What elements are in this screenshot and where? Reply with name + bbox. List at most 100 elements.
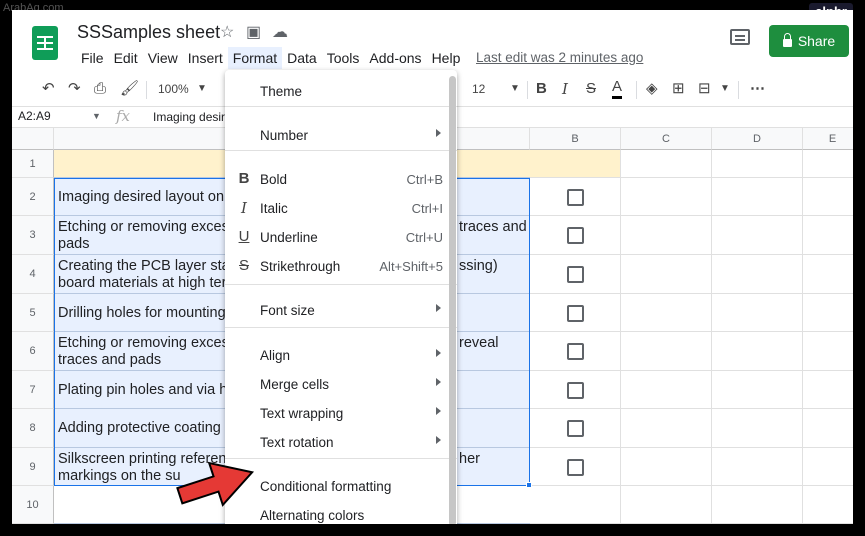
menu-file[interactable]: File	[76, 47, 109, 69]
checkbox[interactable]	[567, 188, 584, 206]
zoom-dropdown-icon[interactable]: ▼	[197, 78, 207, 100]
undo-icon[interactable]: ↶	[42, 78, 55, 100]
cell-e6[interactable]	[803, 332, 853, 371]
cell-b5[interactable]	[530, 294, 621, 332]
cell-d10[interactable]	[712, 486, 803, 524]
menu-item-merge-cells[interactable]: Merge cells	[225, 372, 457, 398]
menu-item-strikethrough[interactable]: S Strikethrough Alt+Shift+5	[225, 254, 457, 280]
row-header-4[interactable]: 4	[12, 255, 54, 294]
menu-addons[interactable]: Add-ons	[364, 47, 426, 69]
cell-c5[interactable]	[621, 294, 712, 332]
cell-d3[interactable]	[712, 216, 803, 255]
menu-item-text-rotation[interactable]: Text rotation	[225, 430, 457, 456]
menu-item-underline[interactable]: U Underline Ctrl+U	[225, 225, 457, 251]
cell-e7[interactable]	[803, 371, 853, 409]
cell-b1[interactable]	[530, 150, 621, 178]
cell-d5[interactable]	[712, 294, 803, 332]
fill-color-icon[interactable]: ◈	[646, 78, 658, 100]
last-edit-link[interactable]: Last edit was 2 minutes ago	[476, 47, 643, 69]
cell-e3[interactable]	[803, 216, 853, 255]
row-header-5[interactable]: 5	[12, 294, 54, 332]
menu-help[interactable]: Help	[427, 47, 466, 69]
cell-e1[interactable]	[803, 150, 853, 178]
checkbox[interactable]	[567, 304, 584, 322]
zoom-select[interactable]: 100%	[158, 78, 189, 100]
cell-d6[interactable]	[712, 332, 803, 371]
row-header-6[interactable]: 6	[12, 332, 54, 371]
cell-b2[interactable]	[530, 178, 621, 216]
cell-c8[interactable]	[621, 409, 712, 448]
cell-c2[interactable]	[621, 178, 712, 216]
cell-e2[interactable]	[803, 178, 853, 216]
menu-insert[interactable]: Insert	[183, 47, 228, 69]
fill-handle[interactable]	[526, 482, 532, 488]
cell-e8[interactable]	[803, 409, 853, 448]
column-header-d[interactable]: D	[712, 128, 803, 150]
cell-b10[interactable]	[530, 486, 621, 524]
cell-e4[interactable]	[803, 255, 853, 294]
document-title[interactable]: SSSamples sheet	[77, 22, 220, 43]
row-header-2[interactable]: 2	[12, 178, 54, 216]
name-box[interactable]: A2:A9	[18, 109, 51, 123]
cell-b6[interactable]	[530, 332, 621, 371]
share-button[interactable]: Share	[769, 25, 849, 57]
menu-item-bold[interactable]: B Bold Ctrl+B	[225, 167, 457, 193]
bold-icon[interactable]: B	[536, 78, 547, 100]
more-icon[interactable]: ⋯	[750, 78, 765, 100]
menu-format[interactable]: Format	[227, 47, 283, 69]
cell-c4[interactable]	[621, 255, 712, 294]
cell-d9[interactable]	[712, 448, 803, 486]
text-color-icon[interactable]: A	[612, 78, 623, 99]
cell-e5[interactable]	[803, 294, 853, 332]
cell-c1[interactable]	[621, 150, 712, 178]
paint-format-icon[interactable]: 🖌	[120, 78, 139, 100]
cell-b8[interactable]	[530, 409, 621, 448]
cell-e9[interactable]	[803, 448, 853, 486]
comment-history-icon[interactable]	[730, 29, 750, 45]
row-header-8[interactable]: 8	[12, 409, 54, 448]
cell-d4[interactable]	[712, 255, 803, 294]
cell-b9[interactable]	[530, 448, 621, 486]
sheets-logo-icon[interactable]	[32, 26, 58, 60]
menu-item-font-size[interactable]: Font size	[225, 298, 457, 324]
menu-view[interactable]: View	[143, 47, 183, 69]
cell-d8[interactable]	[712, 409, 803, 448]
checkbox[interactable]	[567, 458, 584, 476]
menu-item-conditional-formatting[interactable]: Conditional formatting	[225, 474, 457, 500]
move-folder-icon[interactable]: ▣	[246, 22, 261, 42]
redo-icon[interactable]: ↷	[68, 78, 81, 100]
cell-c10[interactable]	[621, 486, 712, 524]
cell-b3[interactable]	[530, 216, 621, 255]
cell-b4[interactable]	[530, 255, 621, 294]
cell-d7[interactable]	[712, 371, 803, 409]
checkbox[interactable]	[567, 227, 584, 244]
row-header-10[interactable]: 10	[12, 486, 54, 524]
cell-c3[interactable]	[621, 216, 712, 255]
star-icon[interactable]: ☆	[220, 22, 234, 42]
cell-c9[interactable]	[621, 448, 712, 486]
select-all-corner[interactable]	[12, 128, 54, 150]
menu-edit[interactable]: Edit	[109, 47, 143, 69]
borders-icon[interactable]: ⊞	[672, 78, 685, 100]
menu-item-text-wrapping[interactable]: Text wrapping	[225, 401, 457, 427]
menu-item-italic[interactable]: I Italic Ctrl+I	[225, 196, 457, 222]
menu-item-align[interactable]: Align	[225, 343, 457, 369]
row-header-7[interactable]: 7	[12, 371, 54, 409]
column-header-b[interactable]: B	[530, 128, 621, 150]
column-header-c[interactable]: C	[621, 128, 712, 150]
font-size-dropdown-icon[interactable]: ▼	[510, 78, 520, 100]
column-header-e[interactable]: E	[803, 128, 853, 150]
name-box-dropdown-icon[interactable]: ▼	[92, 111, 101, 121]
row-header-1[interactable]: 1	[12, 150, 54, 178]
cell-e10[interactable]	[803, 486, 853, 524]
checkbox[interactable]	[567, 420, 584, 437]
cell-b7[interactable]	[530, 371, 621, 409]
formula-input[interactable]: Imaging desire	[153, 110, 232, 124]
cell-d1[interactable]	[712, 150, 803, 178]
row-header-9[interactable]: 9	[12, 448, 54, 486]
cell-c6[interactable]	[621, 332, 712, 371]
cell-d2[interactable]	[712, 178, 803, 216]
print-icon[interactable]: ⎙	[94, 78, 106, 100]
cell-c7[interactable]	[621, 371, 712, 409]
italic-icon[interactable]: I	[562, 78, 568, 100]
